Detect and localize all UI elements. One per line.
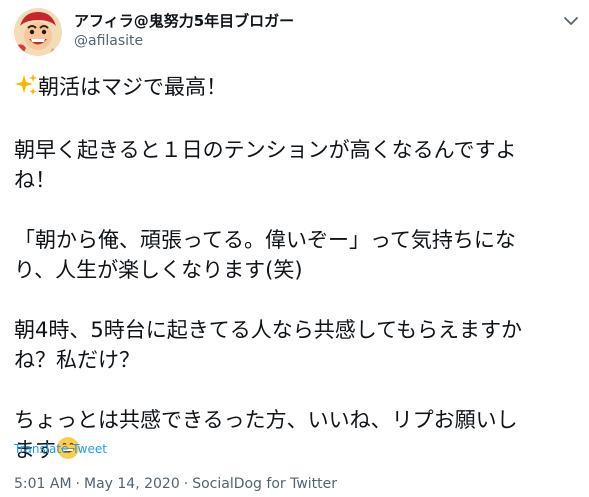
tweet-line: ね？私だけ？: [14, 348, 140, 372]
tweet-line: り、人生が楽しくなります(笑): [14, 258, 303, 282]
tweet-source[interactable]: SocialDog for Twitter: [192, 476, 337, 492]
tweet-text: 朝活はマジで最高！ 朝早く起きると１日のテンションが高くなるんですよ ね！ 「朝…: [14, 72, 580, 468]
sparkles-icon: [14, 73, 38, 105]
translate-tweet-link[interactable]: Translate Tweet: [14, 441, 107, 457]
tweet-line: 朝活はマジで最高！: [14, 72, 580, 105]
separator: ·: [75, 476, 80, 492]
author-display-name[interactable]: アフィラ@鬼努力5年目ブロガー: [74, 11, 294, 31]
author-handle[interactable]: @afilasite: [74, 31, 294, 51]
tweet-line: 朝4時、5時台に起きてる人なら共感してもらえますか: [14, 318, 523, 342]
tweet-time[interactable]: 5:01 AM: [14, 476, 72, 492]
separator: ·: [183, 476, 189, 492]
tweet-date[interactable]: May 14, 2020: [84, 476, 180, 492]
tweet-line: ね！: [14, 168, 56, 192]
tweet-line: 朝早く起きると１日のテンションが高くなるんですよ: [14, 138, 517, 162]
cartoon-face-avatar: [14, 8, 62, 56]
tweet-card: アフィラ@鬼努力5年目ブロガー @afilasite 朝活はマジで最高！ 朝早く…: [0, 0, 589, 497]
tweet-metadata: 5:01 AM · May 14, 2020 · SocialDog for Twitt…: [14, 475, 337, 493]
tweet-line-text: 朝活はマジで最高！: [38, 75, 227, 99]
tweet-line: 「朝から俺、頑張ってる。偉いぞー」って気持ちにな: [14, 228, 516, 252]
more-options-button[interactable]: [560, 10, 582, 32]
chevron-down-icon: [564, 17, 578, 25]
tweet-line: ちょっとは共感できるった方、いいね、リプお願いし: [14, 408, 518, 432]
avatar[interactable]: [14, 8, 62, 56]
author-name-block: アフィラ@鬼努力5年目ブロガー @afilasite: [74, 11, 294, 51]
